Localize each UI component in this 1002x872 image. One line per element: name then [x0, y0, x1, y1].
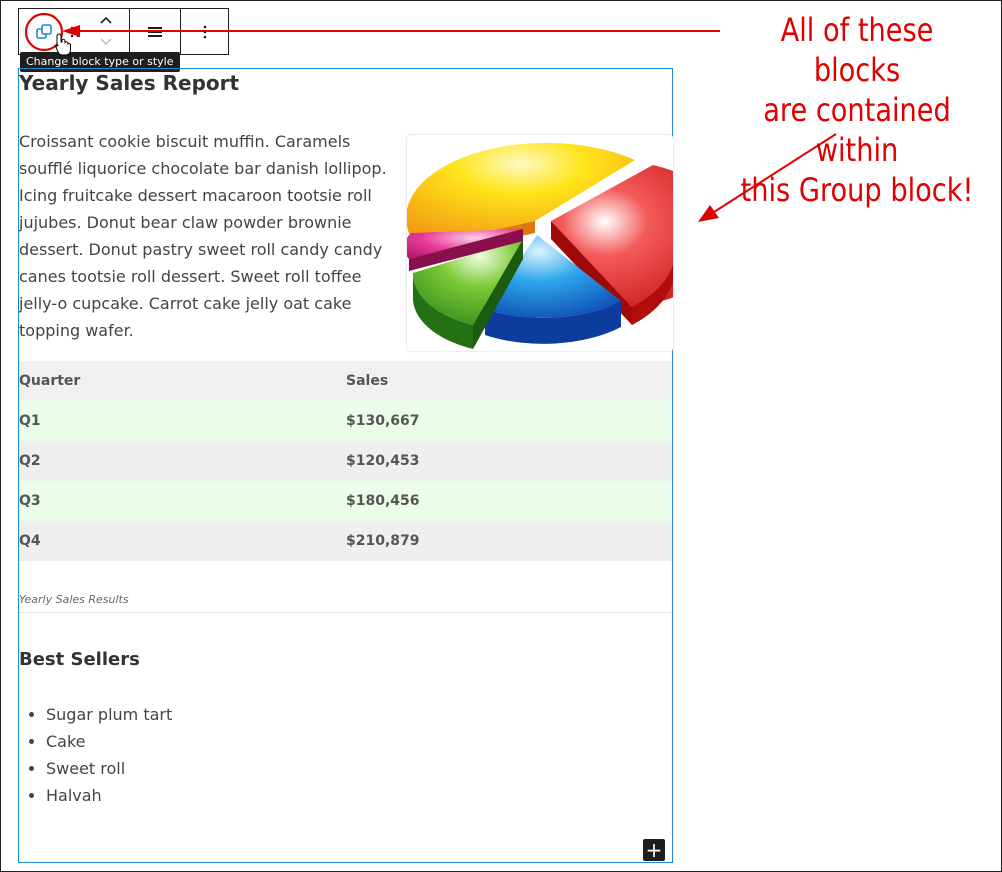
more-options-icon	[203, 25, 207, 38]
list-item: Halvah	[46, 782, 172, 809]
best-sellers-list[interactable]: Sugar plum tart Cake Sweet roll Halvah	[19, 701, 172, 809]
table-cell: $120,453	[346, 453, 420, 469]
align-icon	[148, 26, 162, 37]
block-toolbar	[18, 8, 229, 55]
list-item: Sweet roll	[46, 755, 172, 782]
table-caption[interactable]: Yearly Sales Results	[19, 593, 129, 606]
table-cell: Q3	[19, 493, 41, 509]
table-row[interactable]: Q3 $180,456	[19, 481, 672, 521]
move-down-button[interactable]	[93, 31, 119, 53]
sales-table[interactable]: Quarter Sales Q1 $130,667 Q2 $120,453 Q3…	[19, 361, 672, 561]
table-header-cell: Quarter	[19, 373, 81, 389]
table-header-row: Quarter Sales	[19, 361, 672, 401]
table-row[interactable]: Q4 $210,879	[19, 521, 672, 561]
table-cell: $180,456	[346, 493, 420, 509]
table-header-cell: Sales	[346, 373, 389, 389]
list-item: Cake	[46, 728, 172, 755]
paragraph-block[interactable]: Croissant cookie biscuit muffin. Caramel…	[19, 128, 391, 344]
table-cell: $130,667	[346, 413, 420, 429]
more-options-button[interactable]	[181, 9, 229, 54]
annotation-line: All of these blocks	[780, 11, 934, 89]
table-cell: Q2	[19, 453, 41, 469]
annotation-line: are contained within	[763, 91, 951, 169]
annotation-line: this Group block!	[740, 171, 974, 209]
pie-chart-illustration	[403, 142, 731, 349]
best-sellers-heading[interactable]: Best Sellers	[19, 649, 140, 670]
move-up-icon	[100, 16, 112, 24]
drag-handle-icon	[70, 26, 80, 37]
table-row[interactable]: Q2 $120,453	[19, 441, 672, 481]
caption-divider	[19, 612, 672, 613]
annotation-text: All of these blocks are contained within…	[734, 10, 981, 210]
table-cell: Q1	[19, 413, 41, 429]
add-block-button[interactable]: +	[643, 839, 665, 861]
block-transform-icon	[36, 23, 52, 39]
align-button[interactable]	[130, 9, 180, 54]
move-up-button[interactable]	[93, 9, 119, 31]
list-item: Sugar plum tart	[46, 701, 172, 728]
table-cell: $210,879	[346, 533, 420, 549]
pie-chart-image[interactable]	[403, 135, 731, 351]
block-transform-button[interactable]	[19, 9, 69, 54]
table-row[interactable]: Q1 $130,667	[19, 401, 672, 441]
move-down-icon	[100, 38, 112, 46]
drag-handle[interactable]	[65, 9, 85, 54]
table-cell: Q4	[19, 533, 41, 549]
page-title[interactable]: Yearly Sales Report	[19, 71, 239, 95]
